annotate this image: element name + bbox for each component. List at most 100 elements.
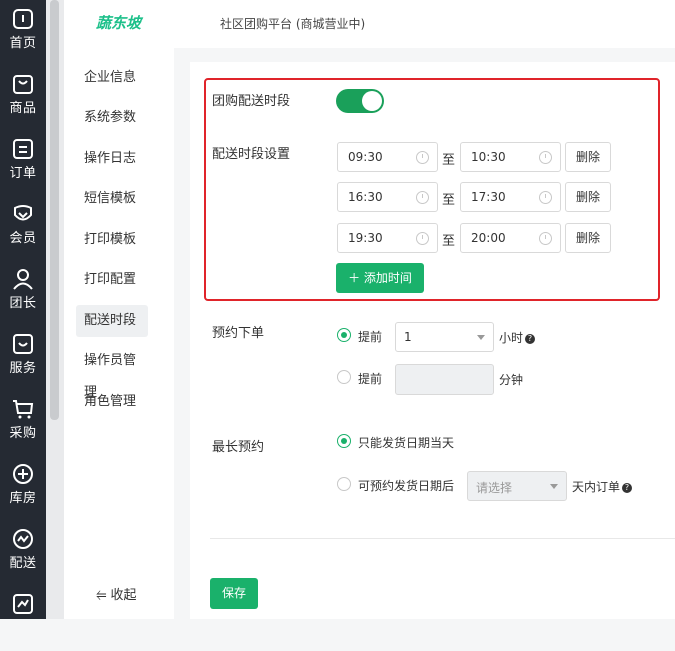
collapse-button[interactable]: ⥢ 收起	[96, 584, 137, 603]
clock-icon	[539, 151, 552, 164]
days-after-radio[interactable]	[337, 477, 351, 491]
preorder-hours-unit: 小时?	[499, 329, 536, 346]
preorder-minutes-unit: 分钟	[499, 373, 524, 387]
top-header: 社区团购平台 (商城营业中)	[174, 0, 675, 48]
sidebar-item-sms-template[interactable]: 短信模板	[76, 183, 148, 215]
nav-label: 商品	[9, 101, 37, 116]
sidebar-item-operation-log[interactable]: 操作日志	[76, 143, 148, 175]
person-icon	[13, 269, 33, 290]
clock-icon	[539, 191, 552, 204]
preorder-minutes-radio[interactable]	[337, 370, 351, 384]
nav-label: 库房	[9, 491, 37, 506]
delete-slot-button[interactable]: 删除	[565, 142, 611, 172]
slot-start-value: 19:30	[348, 231, 383, 245]
delivery-icon	[13, 529, 33, 549]
days-after-placeholder: 请选择	[476, 481, 513, 495]
days-unit-label: 天内订单	[572, 480, 621, 494]
chart-icon	[13, 594, 33, 614]
brand-logo: 蔬东坡	[96, 14, 142, 32]
scrollbar-thumb[interactable]	[50, 0, 59, 420]
max-preorder-label: 最长预约	[212, 440, 265, 455]
nav-label: 配送	[9, 556, 37, 571]
nav-label: 订单	[9, 166, 37, 181]
nav-item-warehouse[interactable]: 库房	[0, 457, 46, 521]
to-label: 至	[442, 153, 456, 168]
delivery-slot-toggle[interactable]	[336, 89, 384, 113]
preorder-minutes-label: 提前	[358, 372, 383, 386]
days-after-unit: 天内订单?	[572, 478, 633, 495]
member-icon	[14, 205, 32, 221]
slot-end-value: 10:30	[471, 150, 506, 164]
nav-item-members[interactable]: 会员	[0, 197, 46, 261]
sidebar-item-delivery-slots[interactable]: 配送时段	[76, 305, 148, 337]
order-icon	[13, 139, 33, 159]
preorder-hours-label: 提前	[358, 330, 383, 344]
slot-end-input[interactable]: 10:30	[460, 142, 561, 172]
slot-start-value: 09:30	[348, 150, 383, 164]
clock-icon	[416, 232, 429, 245]
service-icon	[13, 334, 33, 354]
main-nav: 首页 商品 订单 会员 团长 服务 采购 库房 配送	[0, 0, 46, 619]
preorder-minutes-input[interactable]	[395, 364, 494, 395]
nav-item-goods[interactable]: 商品	[0, 67, 46, 131]
collapse-icon: ⥢	[96, 588, 107, 603]
slot-start-input[interactable]: 09:30	[337, 142, 438, 172]
slot-end-value: 20:00	[471, 231, 506, 245]
help-icon[interactable]: ?	[525, 334, 536, 344]
same-day-radio[interactable]	[337, 434, 351, 448]
warehouse-icon	[13, 464, 33, 484]
nav-item-delivery[interactable]: 配送	[0, 522, 46, 586]
clock-icon	[539, 232, 552, 245]
preorder-hours-value: 1	[404, 330, 412, 344]
days-after-select[interactable]: 请选择	[467, 471, 567, 501]
sidebar-item-operator-mgmt[interactable]: 操作员管理	[76, 345, 148, 400]
nav-label: 服务	[9, 361, 37, 376]
nav-item-home[interactable]: 首页	[0, 2, 46, 66]
delete-slot-button[interactable]: 删除	[565, 182, 611, 212]
nav-item-leaders[interactable]: 团长	[0, 262, 46, 326]
save-button[interactable]: 保存	[210, 578, 258, 609]
nav-item-service[interactable]: 服务	[0, 327, 46, 391]
toggle-knob	[362, 91, 382, 111]
help-icon[interactable]: ?	[622, 483, 633, 493]
nav-label: 首页	[9, 36, 37, 51]
to-label: 至	[442, 234, 456, 249]
bag-icon	[13, 75, 33, 94]
slot-end-value: 17:30	[471, 190, 506, 204]
nav-label: 会员	[9, 231, 37, 246]
chevron-down-icon	[550, 484, 558, 489]
page-title: 社区团购平台 (商城营业中)	[220, 17, 366, 31]
slot-end-input[interactable]: 17:30	[460, 182, 561, 212]
preorder-hours-select[interactable]: 1	[395, 322, 494, 352]
home-icon	[13, 9, 33, 29]
sidebar-item-print-template[interactable]: 打印模板	[76, 224, 148, 256]
preorder-label: 预约下单	[212, 326, 265, 341]
slot-start-input[interactable]: 16:30	[337, 182, 438, 212]
slot-start-input[interactable]: 19:30	[337, 223, 438, 253]
sidebar-item-company-info[interactable]: 企业信息	[76, 62, 148, 94]
cart-icon	[13, 400, 34, 419]
divider	[210, 538, 675, 539]
collapse-label: 收起	[110, 588, 137, 603]
delivery-slot-label: 团购配送时段	[212, 94, 291, 109]
slot-settings-label: 配送时段设置	[212, 147, 291, 162]
sidebar-item-system-params[interactable]: 系统参数	[76, 102, 148, 134]
preorder-hours-radio[interactable]	[337, 328, 351, 342]
days-after-label: 可预约发货日期后	[358, 479, 455, 493]
add-time-button[interactable]: ＋ 添加时间	[336, 263, 424, 293]
clock-icon	[416, 191, 429, 204]
nav-item-stats[interactable]	[0, 587, 46, 651]
add-time-label: 添加时间	[363, 271, 412, 285]
nav-label: 采购	[9, 426, 37, 441]
sidebar-item-print-config[interactable]: 打印配置	[76, 264, 148, 296]
sidebar-item-role-mgmt[interactable]: 角色管理	[76, 386, 148, 418]
delete-slot-button[interactable]: 删除	[565, 223, 611, 253]
nav-item-purchase[interactable]: 采购	[0, 392, 46, 456]
chevron-down-icon	[477, 335, 485, 340]
slot-start-value: 16:30	[348, 190, 383, 204]
plus-icon: ＋	[348, 271, 361, 285]
nav-scrollbar[interactable]	[46, 0, 64, 619]
hours-unit-label: 小时	[499, 331, 524, 345]
slot-end-input[interactable]: 20:00	[460, 223, 561, 253]
nav-item-orders[interactable]: 订单	[0, 132, 46, 196]
